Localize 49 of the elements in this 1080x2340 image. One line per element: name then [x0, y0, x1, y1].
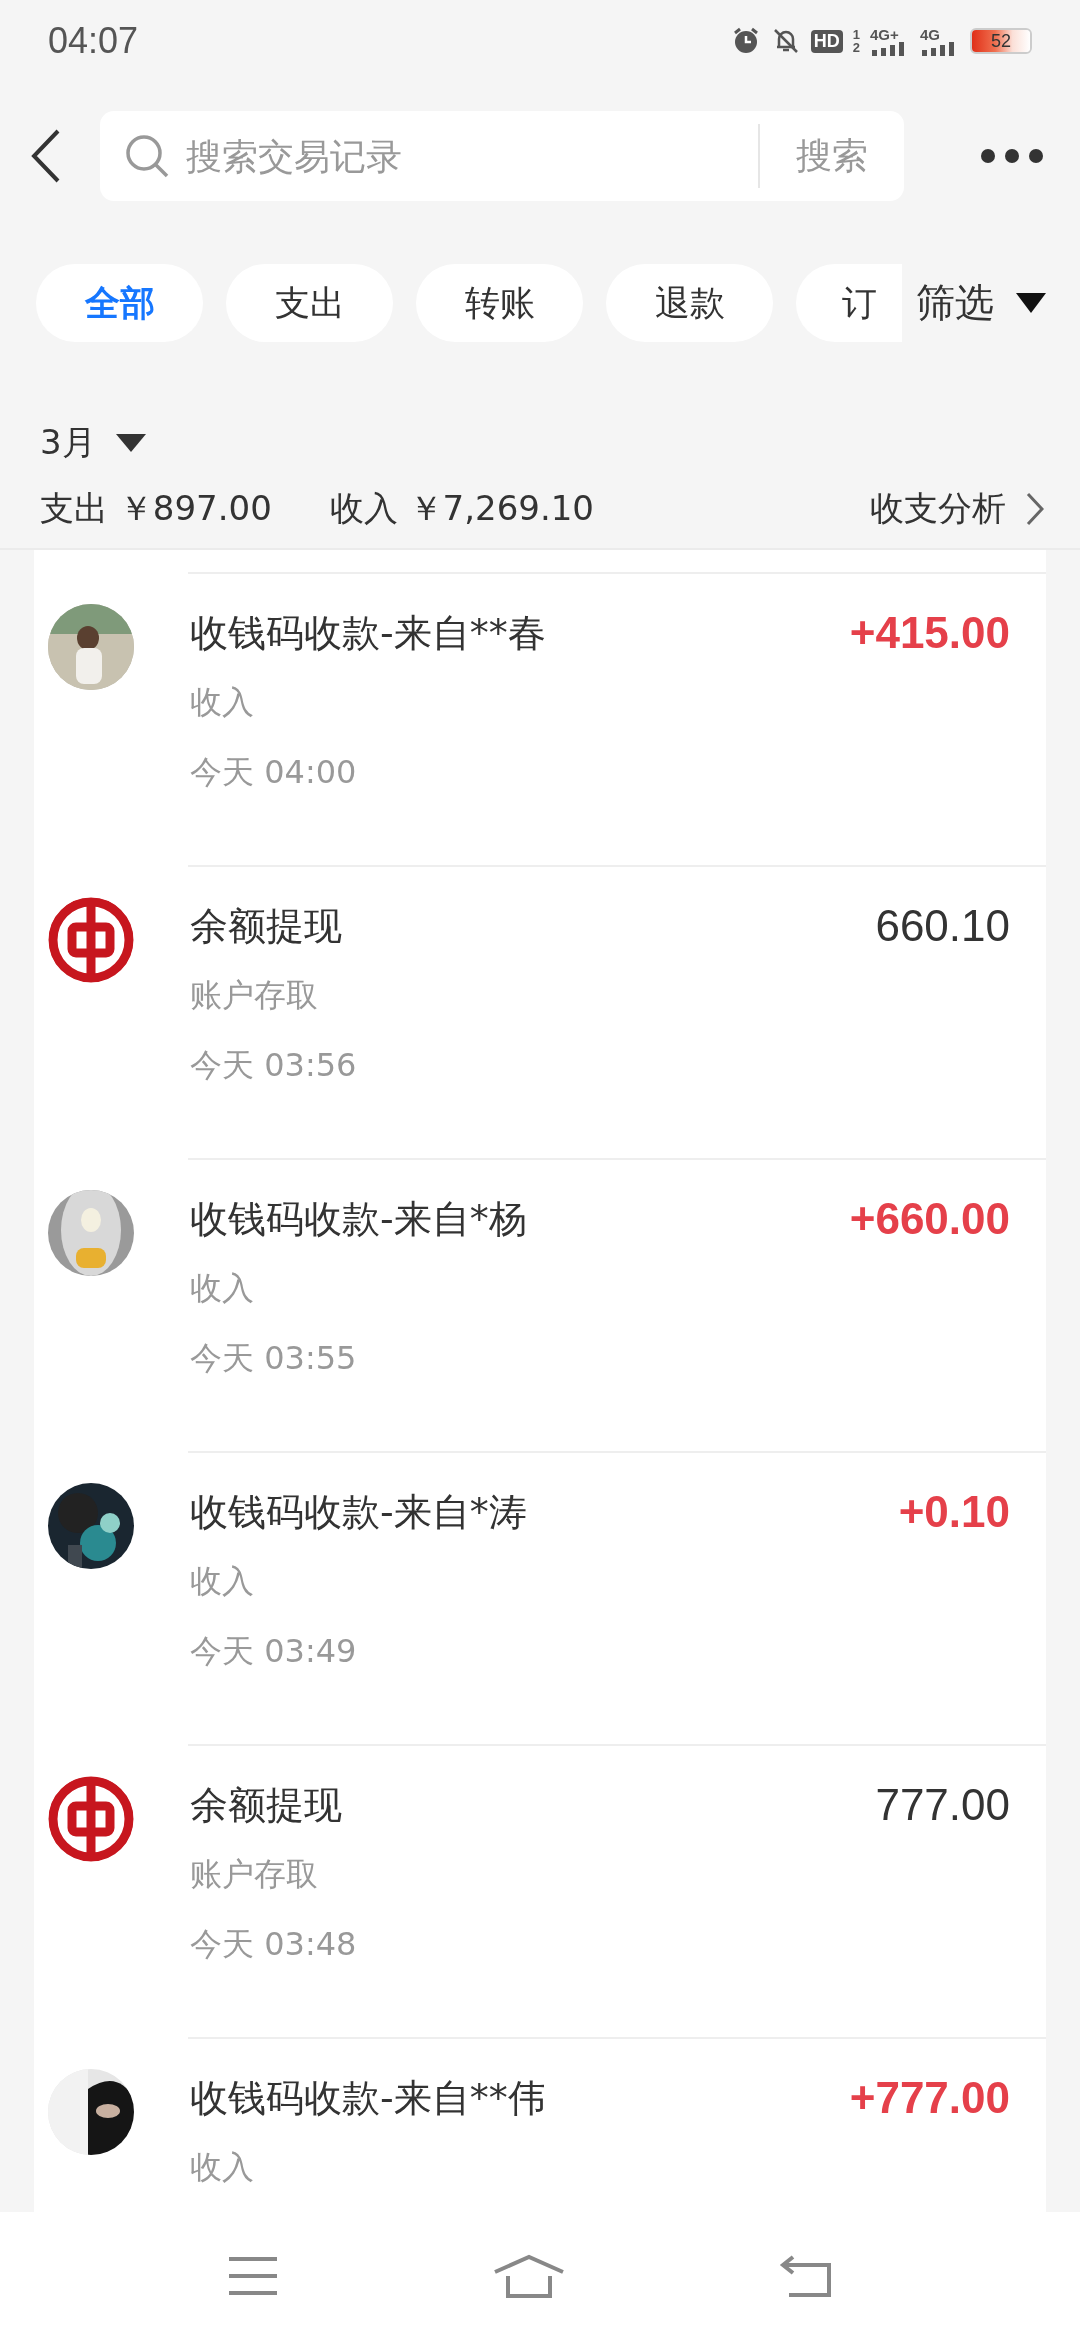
transaction-title: 收钱码收款-来自**春	[190, 610, 547, 657]
filter-chip[interactable]: 全部	[36, 264, 203, 342]
bank-logo-icon	[48, 897, 134, 983]
more-icon[interactable]	[980, 148, 1044, 164]
transaction-amount: 660.10	[875, 900, 1011, 952]
income-total: 收入 ￥7,269.10	[329, 487, 594, 530]
filter-chip[interactable]: 转账	[416, 264, 583, 342]
home-icon[interactable]	[492, 2254, 566, 2298]
network-label: 4G+	[870, 26, 900, 42]
transaction-category: 收入	[190, 1561, 255, 1601]
transaction-category: 账户存取	[190, 975, 319, 1015]
transaction-amount: +660.00	[849, 1193, 1011, 1245]
filter-chip[interactable]: 支出	[226, 264, 393, 342]
transaction-title: 收钱码收款-来自*涛	[190, 1489, 528, 1536]
battery-icon: 52	[970, 28, 1032, 54]
transaction-time: 今天 04:00	[190, 752, 358, 792]
clock-time: 04:07	[48, 20, 140, 62]
sim-number: 2	[852, 41, 860, 54]
transaction-title: 收钱码收款-来自**伟	[190, 2075, 547, 2122]
transaction-title: 收钱码收款-来自*杨	[190, 1196, 528, 1243]
transaction-amount: +777.00	[849, 2072, 1011, 2124]
transaction-time: 今天 03:55	[190, 1338, 358, 1378]
transaction-category: 收入	[190, 682, 255, 722]
analysis-link[interactable]: 收支分析	[870, 486, 1006, 532]
filter-chip[interactable]: 退款	[606, 264, 773, 342]
transaction-title: 余额提现	[190, 1782, 343, 1829]
transaction-time: 今天 03:49	[190, 1631, 358, 1671]
bank-logo-icon	[48, 1776, 134, 1862]
month-selector[interactable]: 3月	[40, 420, 96, 466]
hd-badge: HD	[810, 29, 843, 53]
dropdown-icon	[1016, 293, 1046, 313]
transaction-title: 余额提现	[190, 903, 343, 950]
menu-icon[interactable]	[226, 2256, 279, 2296]
expense-total: 支出 ￥897.00	[40, 487, 272, 530]
transaction-category: 收入	[190, 2147, 255, 2187]
transaction-category: 收入	[190, 1268, 255, 1308]
filter-chip[interactable]: 订	[796, 264, 902, 342]
network-label: 4G	[920, 26, 941, 42]
transaction-amount: +415.00	[849, 607, 1011, 659]
transaction-category: 账户存取	[190, 1854, 319, 1894]
sim-number: 1	[852, 28, 860, 41]
transaction-time: 今天 03:48	[190, 1924, 358, 1964]
transaction-amount: +0.10	[898, 1486, 1011, 1538]
search-icon	[124, 133, 170, 179]
chevron-right-icon	[1026, 492, 1044, 526]
transaction-amount: 777.00	[875, 1779, 1011, 1831]
filter-button[interactable]: 筛选	[916, 276, 994, 330]
transaction-time: 今天 03:56	[190, 1045, 358, 1085]
dropdown-icon	[115, 434, 146, 452]
